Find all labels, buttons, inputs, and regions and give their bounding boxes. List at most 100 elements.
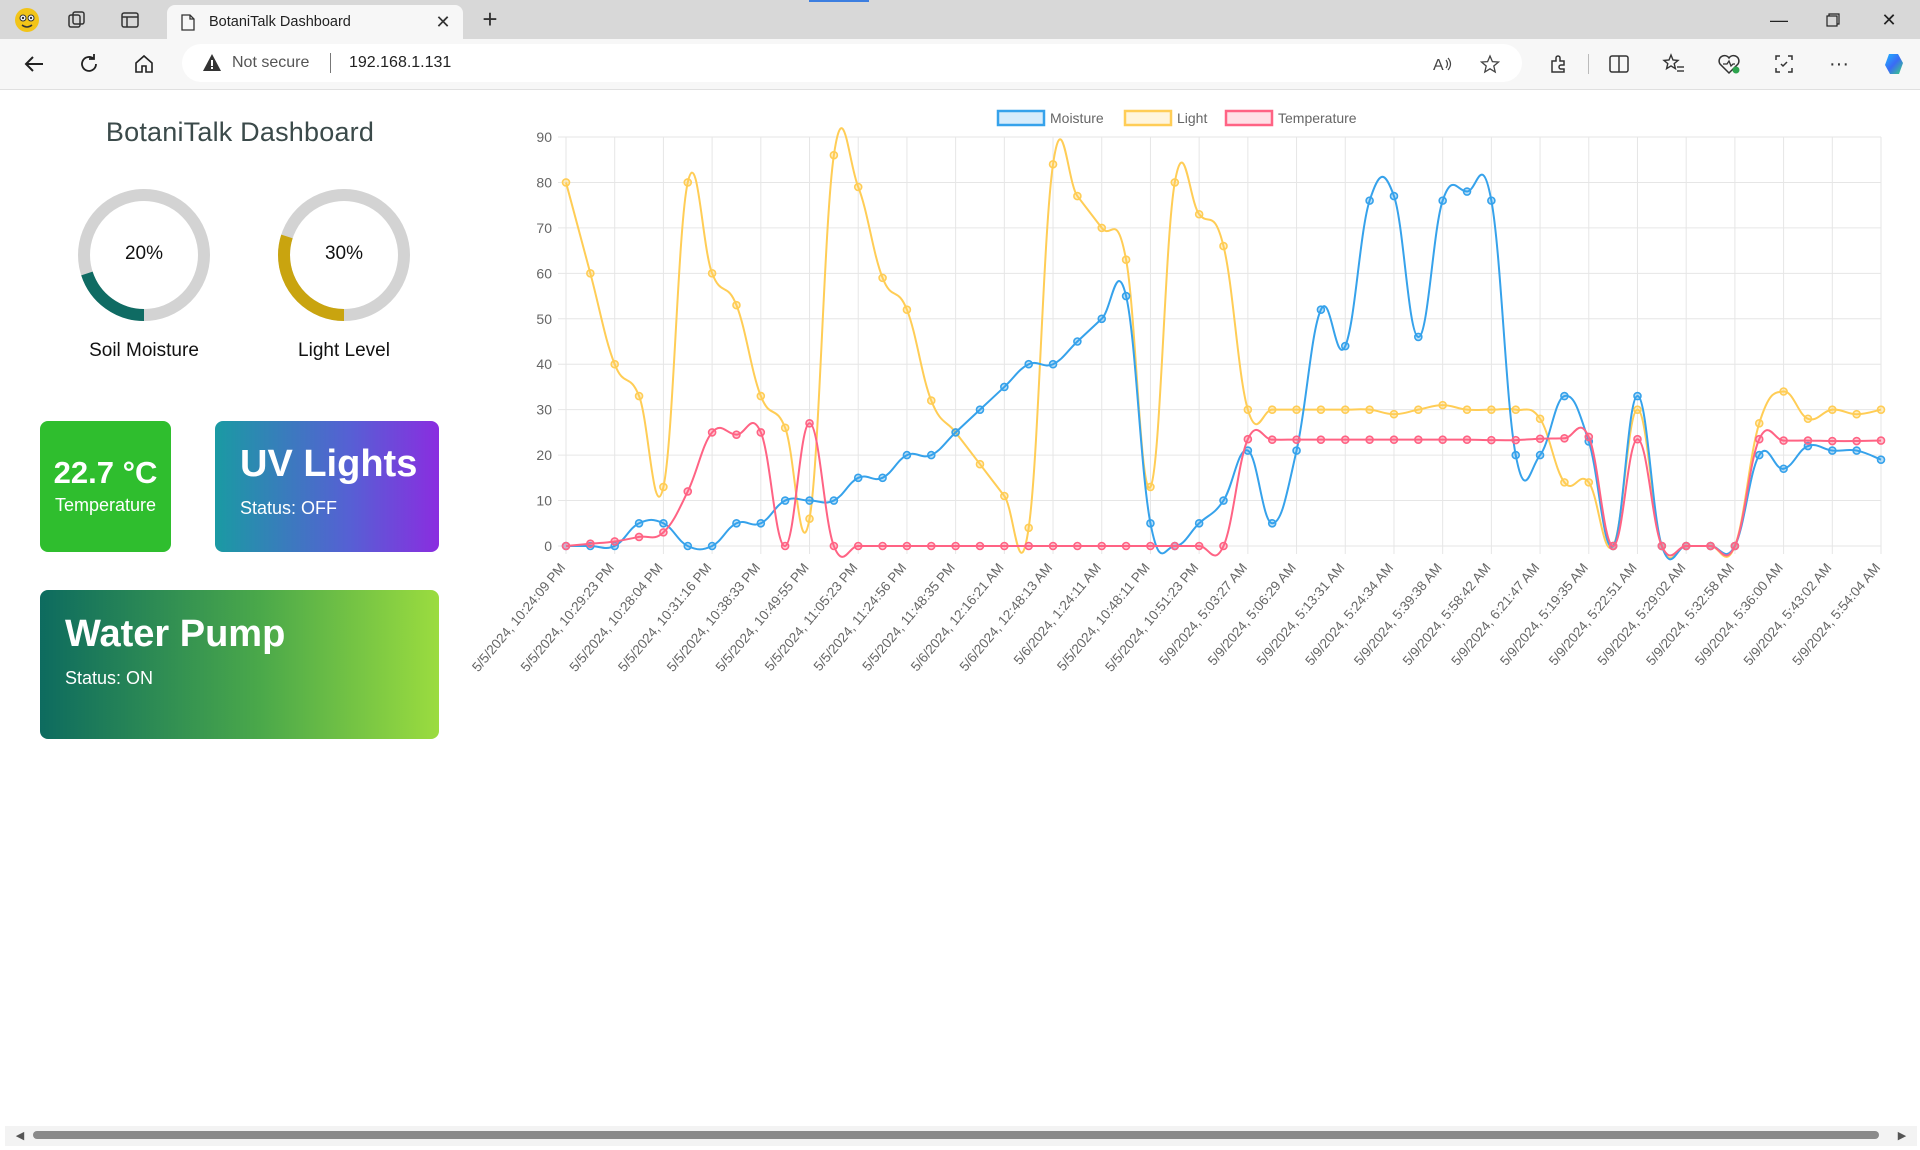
data-point-temperature bbox=[1560, 433, 1569, 443]
scroll-right-arrow-icon[interactable]: ▶ bbox=[1895, 1129, 1909, 1143]
data-point-light bbox=[1048, 159, 1058, 169]
data-point-temperature bbox=[1462, 435, 1472, 444]
data-point-light bbox=[1876, 405, 1886, 414]
active-tab[interactable]: BotaniTalk Dashboard ✕ bbox=[167, 5, 463, 39]
data-point-moisture bbox=[1414, 332, 1423, 342]
data-point-light bbox=[1827, 405, 1837, 414]
tab-strip-accent bbox=[809, 0, 869, 2]
more-menu-icon[interactable]: ··· bbox=[1825, 50, 1853, 78]
data-point-light bbox=[853, 182, 863, 192]
data-point-moisture bbox=[1340, 341, 1350, 351]
data-point-temperature bbox=[1657, 541, 1667, 551]
close-window-button[interactable]: ✕ bbox=[1866, 4, 1912, 36]
data-point-light bbox=[1633, 405, 1642, 414]
data-point-temperature bbox=[1170, 541, 1180, 551]
minimize-button[interactable]: — bbox=[1756, 4, 1802, 36]
data-point-moisture bbox=[1365, 196, 1374, 205]
data-point-temperature bbox=[1000, 541, 1009, 551]
copilot-icon[interactable] bbox=[1880, 50, 1908, 78]
security-label[interactable]: Not secure bbox=[232, 54, 309, 72]
data-point-temperature bbox=[1048, 541, 1058, 551]
data-point-light bbox=[610, 359, 620, 369]
data-point-moisture bbox=[1535, 450, 1545, 460]
x-tick-label: 5/6/2024, 12:48:13 AM bbox=[957, 560, 1056, 674]
x-tick-label: 5/5/2024, 10:31:16 PM bbox=[615, 560, 714, 674]
scroll-left-arrow-icon[interactable]: ◀ bbox=[13, 1129, 27, 1143]
data-point-moisture bbox=[829, 496, 839, 505]
data-point-light bbox=[1462, 405, 1472, 414]
data-point-light bbox=[1000, 491, 1009, 501]
x-tick-label: 5/9/2024, 5:22:51 AM bbox=[1546, 560, 1640, 668]
data-point-light bbox=[926, 396, 936, 405]
scrollbar-thumb[interactable] bbox=[33, 1131, 1879, 1139]
omnibox[interactable]: Not secure 192.168.1.131 A bbox=[182, 44, 1522, 82]
screenshot-icon[interactable] bbox=[1770, 50, 1798, 78]
legend-label-temperature: Temperature bbox=[1278, 110, 1357, 126]
data-point-temperature bbox=[1852, 436, 1861, 446]
refresh-icon[interactable] bbox=[72, 47, 106, 81]
data-point-temperature bbox=[732, 430, 741, 439]
data-point-temperature bbox=[1827, 436, 1837, 446]
data-point-moisture bbox=[878, 473, 887, 483]
x-tick-label: 5/9/2024, 5:39:38 AM bbox=[1351, 560, 1445, 668]
favorites-icon[interactable] bbox=[1660, 50, 1688, 78]
data-point-temperature bbox=[1097, 541, 1107, 551]
data-point-light bbox=[1535, 414, 1545, 424]
y-tick-label: 30 bbox=[536, 402, 552, 418]
data-point-light bbox=[683, 178, 693, 187]
tab-close-icon[interactable]: ✕ bbox=[433, 12, 453, 32]
new-tab-button[interactable]: + bbox=[476, 6, 504, 34]
data-point-moisture bbox=[853, 473, 863, 483]
legend-swatch-temperature bbox=[1224, 109, 1274, 127]
restore-button[interactable] bbox=[1810, 4, 1856, 36]
data-point-light bbox=[780, 423, 790, 433]
back-arrow-icon[interactable] bbox=[17, 47, 51, 81]
data-point-light bbox=[1024, 523, 1033, 533]
data-point-moisture bbox=[756, 518, 766, 528]
data-point-light bbox=[1170, 178, 1180, 187]
data-point-light bbox=[1414, 405, 1423, 414]
data-point-moisture bbox=[1292, 446, 1301, 455]
data-point-moisture bbox=[780, 496, 790, 505]
data-point-temperature bbox=[1730, 541, 1740, 551]
data-point-moisture bbox=[902, 450, 912, 460]
favorite-star-icon[interactable] bbox=[1479, 53, 1501, 75]
data-point-temperature bbox=[951, 541, 960, 551]
data-point-temperature bbox=[561, 541, 571, 551]
data-point-light bbox=[634, 391, 644, 401]
data-point-light bbox=[1754, 418, 1764, 428]
data-point-temperature bbox=[586, 539, 595, 549]
legend-label-moisture: Moisture bbox=[1050, 110, 1104, 126]
data-point-temperature bbox=[975, 541, 985, 551]
data-point-light bbox=[878, 273, 887, 283]
x-tick-label: 5/5/2024, 10:28:04 PM bbox=[566, 560, 665, 674]
x-tick-label: 5/6/2024, 12:16:21 AM bbox=[908, 560, 1007, 674]
data-point-moisture bbox=[805, 496, 814, 505]
warning-icon[interactable] bbox=[202, 53, 222, 73]
workspaces-icon[interactable] bbox=[63, 6, 91, 34]
data-point-temperature bbox=[1706, 541, 1715, 551]
url-text[interactable]: 192.168.1.131 bbox=[349, 54, 451, 72]
vertical-tabs-icon[interactable] bbox=[116, 6, 144, 34]
data-point-moisture bbox=[707, 541, 717, 551]
extensions-icon[interactable] bbox=[1544, 50, 1572, 78]
read-aloud-icon[interactable]: A bbox=[1432, 53, 1454, 75]
data-point-temperature bbox=[1414, 435, 1423, 444]
data-point-light bbox=[1438, 400, 1447, 410]
y-tick-label: 50 bbox=[536, 311, 552, 327]
split-screen-icon[interactable] bbox=[1605, 50, 1633, 78]
page-document-icon bbox=[181, 14, 195, 36]
data-point-moisture bbox=[1560, 391, 1569, 401]
data-point-temperature bbox=[756, 428, 766, 437]
data-point-light bbox=[1852, 409, 1861, 419]
home-icon[interactable] bbox=[127, 47, 161, 81]
data-point-moisture bbox=[1048, 359, 1058, 369]
horizontal-scrollbar[interactable]: ◀ ▶ bbox=[5, 1126, 1917, 1146]
data-point-moisture bbox=[1316, 305, 1326, 314]
profile-avatar-icon[interactable] bbox=[13, 6, 41, 34]
browser-essentials-icon[interactable] bbox=[1715, 50, 1743, 78]
omnibox-divider bbox=[330, 53, 331, 73]
data-point-moisture bbox=[1462, 187, 1472, 196]
data-point-temperature bbox=[1779, 436, 1788, 445]
data-point-temperature bbox=[1511, 435, 1521, 445]
